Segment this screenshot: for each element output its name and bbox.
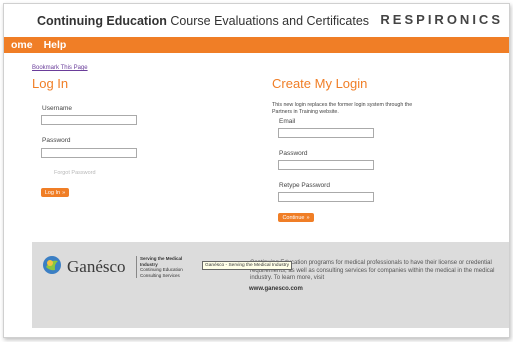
create-password-input[interactable] — [279, 169, 373, 177]
tagline-title: Serving the Medical Industry — [140, 256, 183, 267]
email-label: Email — [279, 118, 296, 125]
login-button-label: Log In — [44, 189, 61, 196]
login-heading: Log In — [32, 76, 69, 91]
page-frame: Continuing Education Course Evaluations … — [3, 3, 510, 338]
forgot-password-link[interactable]: Forgot Password — [54, 170, 96, 176]
create-login-heading: Create My Login — [272, 76, 368, 91]
nav-bar: ome Help — [4, 37, 509, 53]
footer: Ganésco Serving the Medical Industry Con… — [32, 242, 509, 328]
page-title: Continuing Education Course Evaluations … — [37, 14, 369, 28]
login-button[interactable]: Log In» — [41, 188, 69, 197]
logo-tooltip: Ganésco - Serving the Medical Industry — [202, 261, 292, 270]
brand-logo: RESPIRONICS — [380, 12, 503, 27]
nav-item-home[interactable]: ome — [11, 39, 33, 51]
create-password-field[interactable] — [278, 160, 374, 177]
username-input[interactable] — [42, 124, 136, 132]
bookmark-link[interactable]: Bookmark This Page — [32, 65, 88, 71]
email-input[interactable] — [279, 137, 373, 145]
retype-password-input[interactable] — [279, 201, 373, 209]
tagline-line2: Consulting Services — [140, 272, 180, 278]
username-field[interactable] — [41, 115, 137, 132]
email-field[interactable] — [278, 128, 374, 145]
create-login-description: This new login replaces the former login… — [272, 102, 413, 115]
arrow-right-icon: » — [306, 214, 310, 221]
page-title-strong: Continuing Education — [37, 14, 167, 28]
create-password-label: Password — [279, 150, 308, 157]
username-label: Username — [42, 105, 72, 112]
retype-password-label: Retype Password — [279, 182, 330, 189]
ganesco-website-link[interactable]: www.ganesco.com — [249, 286, 303, 292]
ganesco-logo-text: Ganésco — [67, 257, 126, 276]
password-field[interactable] — [41, 148, 137, 165]
nav-item-help[interactable]: Help — [44, 39, 67, 51]
page-title-rest: Course Evaluations and Certificates — [166, 14, 370, 28]
password-label: Password — [42, 137, 71, 144]
password-input[interactable] — [42, 157, 136, 165]
retype-password-field[interactable] — [278, 192, 374, 209]
ganesco-logo-icon — [43, 256, 61, 274]
ganesco-tagline: Serving the Medical Industry Continuing … — [136, 256, 195, 278]
continue-button-label: Continue — [282, 214, 305, 221]
arrow-right-icon: » — [62, 189, 66, 196]
continue-button[interactable]: Continue» — [278, 213, 314, 222]
